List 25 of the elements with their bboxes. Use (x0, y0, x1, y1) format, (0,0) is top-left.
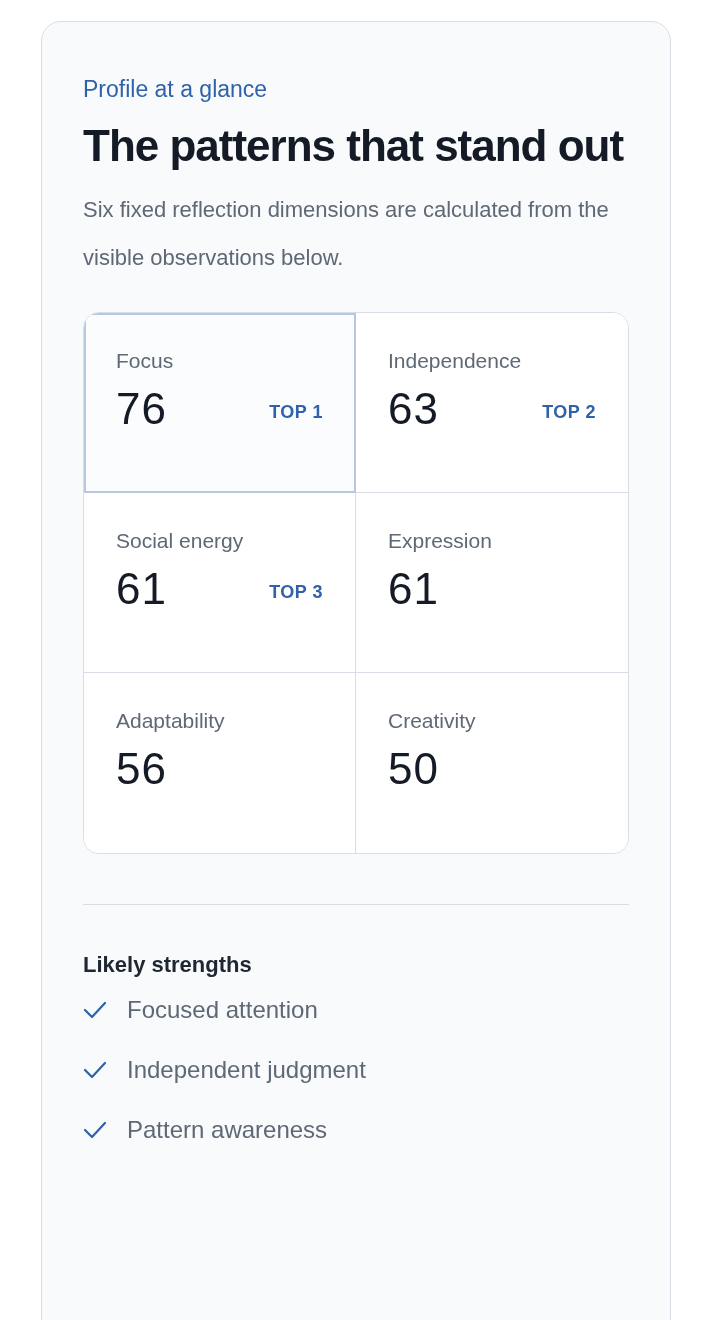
dimension-score: 63 (388, 383, 439, 435)
eyebrow-text: Profile at a glance (83, 75, 269, 104)
checkmark-icon (83, 1121, 107, 1139)
dimension-score: 61 (388, 563, 439, 615)
rank-label: TOP 3 (269, 580, 323, 604)
dimension-label: Social energy (116, 528, 245, 554)
strengths-heading: Likely strengths (83, 951, 253, 979)
dimension-score: 50 (388, 743, 439, 795)
strength-item: Independent judgment (127, 1055, 366, 1085)
strength-item: Pattern awareness (127, 1115, 328, 1145)
strength-item: Focused attention (127, 995, 318, 1025)
rank-label: TOP 2 (542, 400, 596, 424)
rank-label: TOP 1 (269, 400, 323, 424)
dimension-label: Independence (388, 348, 523, 374)
dimension-score: 76 (116, 383, 167, 435)
card-title: The patterns that stand out (83, 120, 625, 172)
card-description: Six fixed reflection dimensions are calculated from the visible observations below. (83, 196, 610, 272)
dimension-label: Adaptability (116, 708, 226, 734)
checkmark-icon (83, 1061, 107, 1079)
dimension-score: 61 (116, 563, 167, 615)
dimension-score: 56 (116, 743, 167, 795)
dimension-label: Creativity (388, 708, 477, 734)
dimension-label: Expression (388, 528, 493, 554)
dimension-label: Focus (116, 348, 175, 374)
checkmark-icon (83, 1001, 107, 1019)
